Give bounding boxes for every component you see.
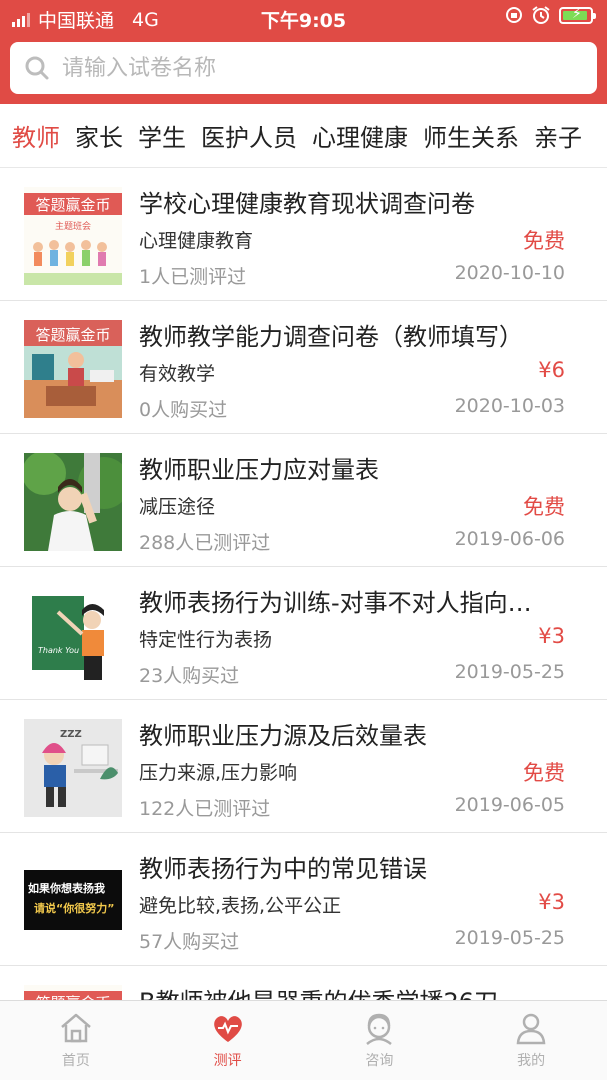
search-input[interactable] [62, 55, 562, 81]
item-title: 教师表扬行为训练-对事不对人指向… [139, 589, 532, 617]
item-thumbnail: Thank You [24, 586, 122, 684]
item-date: 2020-10-03 [454, 395, 565, 417]
status-bar: 中国联通 4G 下午9:05 ⚡ [0, 0, 607, 34]
thumb-banner-text: 答题赢金币 [35, 326, 111, 344]
user-icon [516, 1013, 546, 1045]
item-tags: 避免比较,表扬,公平公正 [139, 895, 342, 917]
item-price: 免费 [523, 495, 565, 519]
item-price: ¥3 [538, 890, 565, 914]
item-title: 教师表扬行为中的常见错误 [139, 855, 427, 883]
thumb-banner-text: 答题赢金币 [24, 992, 122, 1000]
item-tags: 心理健康教育 [139, 230, 254, 252]
category-tabs: 教师 家长 学生 医护人员 心理健康 师生关系 亲子 [0, 104, 607, 168]
item-title: B教师被他是器重的优秀学播26刀- [139, 982, 579, 1000]
list-item[interactable]: Thank You 教师表扬行为训练-对事不对人指向… 特定性行为表扬 ¥3 2… [0, 567, 607, 700]
item-tags: 减压途径 [139, 496, 216, 518]
item-price: 免费 [523, 229, 565, 253]
list-item[interactable]: 答题赢金币 主题班会 学校心理健康教育现状调查问卷 心理健康教育 免费 1人已测… [0, 168, 607, 301]
item-count: 122人已测评过 [139, 798, 271, 820]
item-date: 2019-05-25 [454, 927, 565, 949]
tab-medical-staff[interactable]: 医护人员 [201, 118, 297, 153]
item-tags: 压力来源,压力影响 [139, 762, 298, 784]
thumb-line-1: 如果你想表扬我 [28, 882, 105, 895]
item-title: 教师教学能力调查问卷（教师填写） [139, 323, 523, 351]
item-date: 2019-06-06 [454, 528, 565, 550]
item-thumbnail: 答题赢金币 主题班会 [24, 187, 122, 285]
alarm-icon [532, 6, 550, 24]
tab-teacher-student[interactable]: 师生关系 [423, 118, 519, 153]
item-date: 2020-10-10 [454, 262, 565, 284]
nav-home[interactable]: 首页 [0, 1001, 152, 1080]
item-title: 学校心理健康教育现状调查问卷 [139, 190, 475, 218]
tab-teacher[interactable]: 教师 [12, 118, 60, 153]
tab-mental-health[interactable]: 心理健康 [312, 118, 408, 153]
nav-home-label: 首页 [61, 1053, 90, 1069]
nav-profile[interactable]: 我的 [455, 1001, 607, 1080]
item-date: 2019-05-25 [454, 661, 565, 683]
counselor-icon [366, 1013, 393, 1045]
item-price: ¥6 [538, 358, 565, 382]
item-count: 57人购买过 [139, 931, 240, 953]
item-price: 免费 [523, 761, 565, 785]
item-tags: 特定性行为表扬 [139, 629, 273, 651]
list-item[interactable]: ZZZ 教师职业压力源及后效量表 压力来源,压力影响 免费 122人已测评过 2… [0, 700, 607, 833]
tab-parent[interactable]: 家长 [75, 118, 123, 153]
battery-icon: ⚡ [559, 6, 596, 24]
item-title: 教师职业压力应对量表 [139, 456, 379, 484]
nav-assessment-label: 测评 [213, 1053, 242, 1069]
bottom-nav: 首页 测评 咨询 我的 [0, 1000, 607, 1080]
home-icon [61, 1013, 91, 1043]
thumb-sub-text: 主题班会 [54, 222, 91, 232]
thumb-banner-text: 答题赢金币 [35, 196, 111, 214]
list-item[interactable]: 答题赢金币 教师教学能力调查问卷（教师填写） 有效教学 ¥6 0人购买过 202… [0, 301, 607, 434]
item-thumbnail: 答题赢金币 [24, 320, 122, 418]
item-count: 1人已测评过 [139, 266, 247, 288]
item-tags: 有效教学 [139, 363, 216, 385]
nav-consult-label: 咨询 [365, 1053, 394, 1069]
search-icon [25, 56, 49, 80]
list-item[interactable]: 答题赢金币 B教师被他是器重的优秀学播26刀- [0, 966, 607, 1000]
list-item[interactable]: 如果你想表扬我 请说“你很努力” 教师表扬行为中的常见错误 避免比较,表扬,公平… [0, 833, 607, 966]
thumb-caption-text: Thank You [38, 646, 80, 655]
item-date: 2019-06-05 [454, 794, 565, 816]
item-title: 教师职业压力源及后效量表 [139, 722, 427, 750]
item-price: ¥3 [538, 624, 565, 648]
search-bar[interactable] [10, 42, 597, 94]
header: 中国联通 4G 下午9:05 ⚡ [0, 0, 607, 104]
nav-assessment[interactable]: 测评 [152, 1001, 304, 1080]
item-count: 288人已测评过 [139, 532, 271, 554]
thumb-caption-text: ZZZ [60, 729, 82, 740]
item-count: 0人购买过 [139, 399, 228, 421]
rotation-lock-icon [506, 7, 522, 23]
item-thumbnail [24, 453, 122, 551]
item-thumbnail: 答题赢金币 [24, 985, 122, 1000]
nav-consult[interactable]: 咨询 [304, 1001, 456, 1080]
list-item[interactable]: 教师职业压力应对量表 减压途径 免费 288人已测评过 2019-06-06 [0, 434, 607, 567]
item-count: 23人购买过 [139, 665, 240, 687]
tab-student[interactable]: 学生 [138, 118, 186, 153]
item-thumbnail: 如果你想表扬我 请说“你很努力” [24, 852, 122, 950]
questionnaire-list: 答题赢金币 主题班会 学校心理健康教育现状调查问卷 心理健康教育 免费 1人已测… [0, 168, 607, 1000]
tab-parent-child[interactable]: 亲子 [534, 118, 582, 153]
thumb-line-2: 请说“你很努力” [34, 902, 115, 915]
item-thumbnail: ZZZ [24, 719, 122, 817]
nav-profile-label: 我的 [517, 1053, 546, 1069]
heart-icon [213, 1016, 242, 1042]
